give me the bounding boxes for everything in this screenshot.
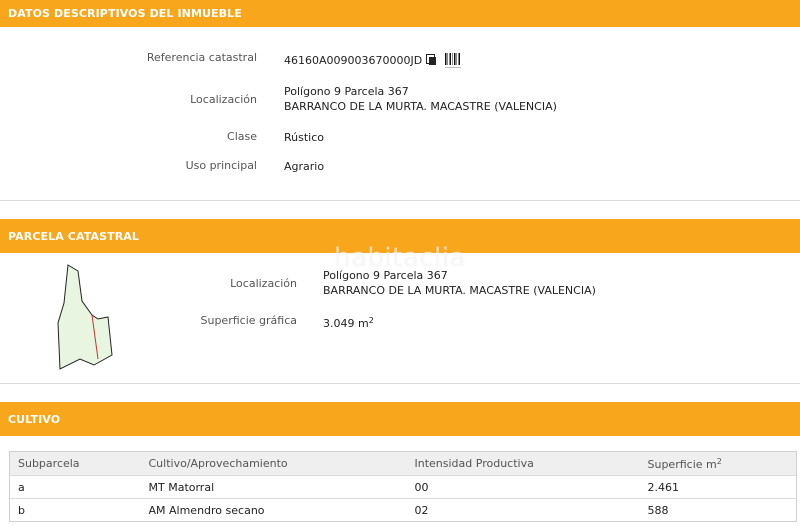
cell-cultivo: AM Almendro secano — [140, 498, 407, 522]
parcela-body: habitaclia Localización Polígono 9 Parce… — [0, 243, 800, 384]
col-intensidad: Intensidad Productiva — [406, 451, 640, 476]
cultivo-table: Subparcela Cultivo/Aprovechamiento Inten… — [9, 451, 797, 522]
loc-value: Polígono 9 Parcela 367 BARRANCO DE LA MU… — [284, 84, 557, 114]
table-header-row: Subparcela Cultivo/Aprovechamiento Inten… — [9, 451, 797, 476]
col-superficie-text: Superficie m — [647, 457, 717, 471]
clase-label: Clase — [227, 130, 257, 143]
sup-value-text: 3.049 m — [323, 317, 369, 330]
cell-subparcela: b — [9, 498, 141, 522]
parcela-loc-value: Polígono 9 Parcela 367 BARRANCO DE LA MU… — [323, 268, 596, 298]
parcela-loc-line1: Polígono 9 Parcela 367 — [323, 269, 448, 282]
col-cultivo: Cultivo/Aprovechamiento — [140, 451, 407, 476]
cell-intensidad: 00 — [406, 475, 640, 499]
cell-subparcela: a — [9, 475, 141, 499]
copy-icon[interactable] — [426, 54, 437, 65]
barcode-underline — [445, 67, 461, 68]
loc-label: Localización — [190, 93, 257, 106]
descriptive-body: Referencia catastral 46160A009003670000J… — [0, 27, 800, 201]
descriptive-header: DATOS DESCRIPTIVOS DEL INMUEBLE — [0, 0, 800, 27]
cell-intensidad: 02 — [406, 498, 640, 522]
parcela-loc-line2: BARRANCO DE LA MURTA. MACASTRE (VALENCIA… — [323, 284, 596, 297]
loc-line1: Polígono 9 Parcela 367 — [284, 85, 409, 98]
ref-label: Referencia catastral — [146, 51, 257, 64]
parcel-map[interactable] — [50, 263, 120, 375]
cell-superficie: 2.461 — [639, 475, 797, 499]
cultivo-title: CULTIVO — [8, 412, 61, 426]
ref-value: 46160A009003670000JD — [284, 53, 437, 68]
cell-superficie: 588 — [639, 498, 797, 522]
uso-label: Uso principal — [185, 159, 257, 172]
cell-cultivo: MT Matorral — [140, 475, 407, 499]
sup-value: 3.049 m2 — [323, 313, 374, 331]
sup-exp: 2 — [368, 316, 374, 325]
parcela-title: PARCELA CATASTRAL — [8, 229, 139, 243]
barcode-icon[interactable] — [445, 53, 461, 67]
table-row: a MT Matorral 00 2.461 — [9, 475, 797, 499]
cultivo-header: CULTIVO — [0, 402, 800, 436]
descriptive-title: DATOS DESCRIPTIVOS DEL INMUEBLE — [8, 7, 242, 20]
ref-value-text[interactable]: 46160A009003670000JD — [284, 54, 422, 67]
uso-value: Agrario — [284, 160, 325, 173]
col-subparcela: Subparcela — [9, 451, 141, 476]
parcela-loc-label: Localización — [230, 277, 297, 290]
sup-label: Superficie gráfica — [200, 314, 298, 327]
loc-line2: BARRANCO DE LA MURTA. MACASTRE (VALENCIA… — [284, 100, 557, 113]
table-row: b AM Almendro secano 02 588 — [9, 498, 797, 522]
clase-value: Rústico — [284, 131, 324, 144]
col-superficie-exp: 2 — [716, 456, 722, 466]
col-superficie: Superficie m2 — [639, 451, 797, 476]
parcel-shape — [57, 264, 113, 370]
